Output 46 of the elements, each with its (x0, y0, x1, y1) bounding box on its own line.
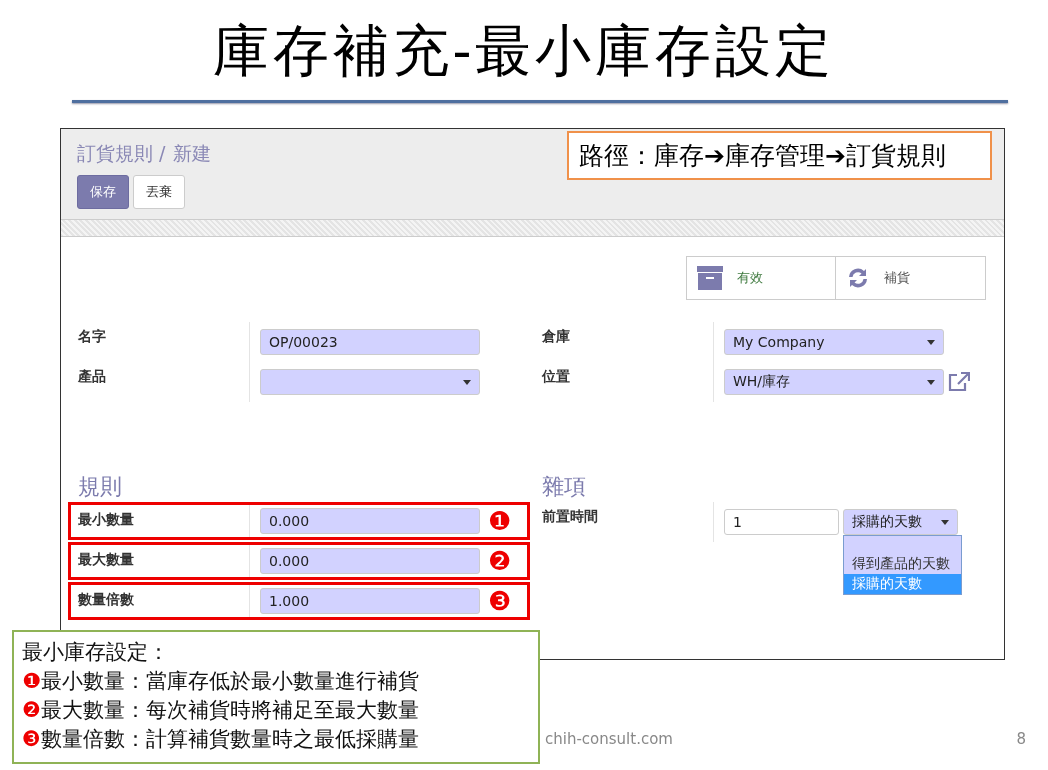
active-toggle-button[interactable]: 有效 (686, 256, 836, 300)
note-text: 最大數量：每次補貨時將補足至最大數量 (40, 698, 419, 722)
field-label: 位置 (542, 362, 714, 402)
select-field[interactable]: WH/庫存 (724, 369, 944, 395)
step-marker: ❸ (22, 727, 41, 751)
note-text: 最小數量：當庫存低於最小數量進行補貨 (40, 669, 419, 693)
step-marker: ❶ (488, 508, 513, 534)
breadcrumb-current: 新建 (173, 142, 212, 164)
discard-button[interactable]: 丟棄 (133, 175, 185, 209)
step-marker: ❶ (22, 669, 41, 693)
dropdown-caret-icon (927, 339, 935, 345)
save-button[interactable]: 保存 (77, 175, 129, 209)
input-field[interactable]: 0.000 (260, 548, 480, 574)
step-marker: ❷ (22, 698, 41, 722)
field-label: 名字 (78, 322, 250, 362)
select-field[interactable]: 採購的天數 (843, 509, 958, 535)
path-note: 路徑：庫存➔庫存管理➔訂貨規則 (567, 131, 992, 180)
select-field[interactable] (260, 369, 480, 395)
external-link-icon[interactable] (948, 372, 970, 392)
note-text: 數量倍數：計算補貨數量時之最低採購量 (40, 727, 419, 751)
step-marker: ❸ (488, 588, 513, 614)
field-label: 前置時間 (542, 502, 714, 542)
section-heading: 規則 (77, 473, 123, 501)
field-label: 倉庫 (542, 322, 714, 362)
input-field[interactable]: 1.000 (260, 588, 480, 614)
select-field[interactable]: My Company (724, 329, 944, 355)
input-field[interactable]: OP/00023 (260, 329, 480, 355)
field-label: 最小數量 (78, 505, 250, 537)
input-field[interactable]: 0.000 (260, 508, 480, 534)
archive-box-icon (697, 266, 723, 290)
field-label: 數量倍數 (78, 585, 250, 617)
step-marker: ❷ (488, 548, 513, 574)
replenish-button[interactable]: 補貨 (836, 256, 986, 300)
field-label: 最大數量 (78, 545, 250, 577)
footer-site: chih-consult.com (545, 730, 673, 750)
slide-title: 庫存補充-最小庫存設定 (211, 17, 837, 84)
field-label: 產品 (78, 362, 250, 402)
dropdown-caret-icon (941, 519, 949, 525)
page-number: 8 (1016, 730, 1026, 750)
dropdown-caret-icon (927, 379, 935, 385)
refresh-icon (846, 266, 870, 290)
section-heading: 雜項 (541, 473, 587, 501)
note-title: 最小庫存設定： (22, 639, 170, 666)
dropdown-option[interactable]: 得到產品的天數 (844, 554, 961, 574)
input-field[interactable]: 1 (724, 509, 839, 535)
dropdown-caret-icon (463, 379, 471, 385)
